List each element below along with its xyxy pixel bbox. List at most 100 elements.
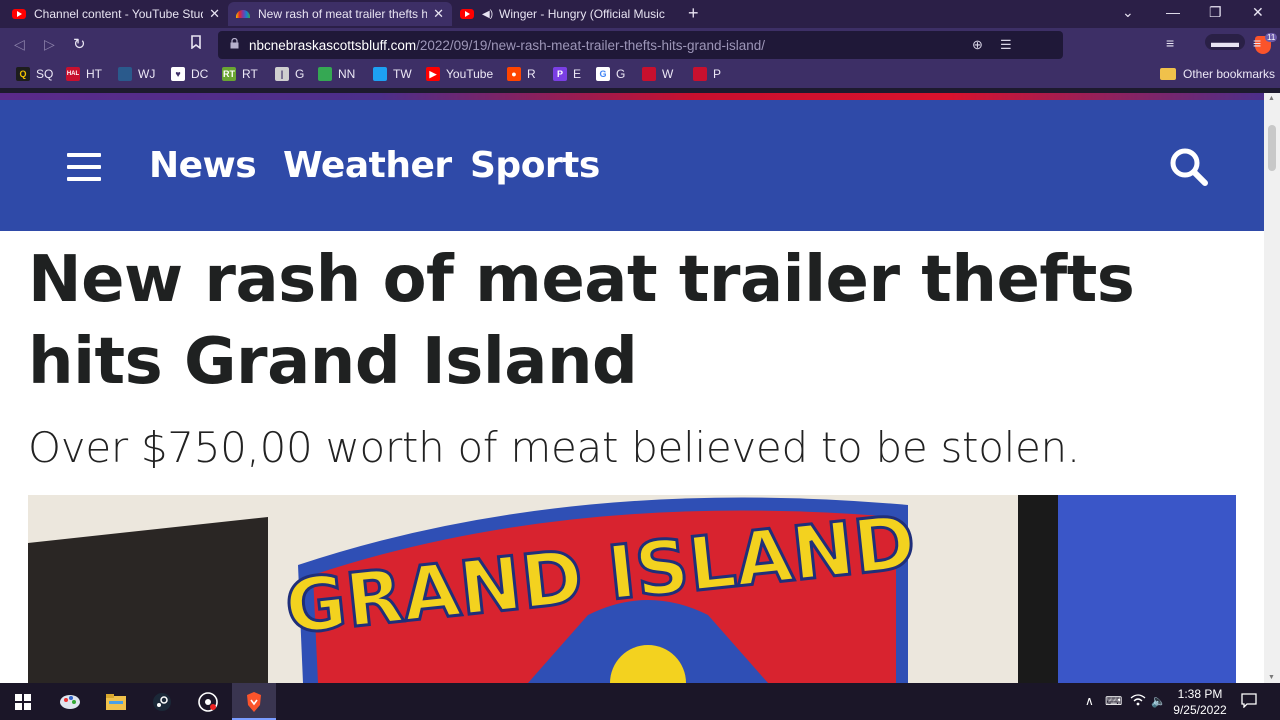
page-viewport: News Weather Sports New rash of meat tra… <box>0 93 1280 683</box>
back-icon[interactable]: ◁ <box>14 36 25 53</box>
bookmarks-bar: Q SQ HAL HT WJ ♥ DC RT RT | G NN TW ▶ YouTube ● R P E G G W P O… <box>0 62 1280 88</box>
hamburger-menu-icon[interactable] <box>67 153 101 181</box>
bookmark-nn[interactable]: NN <box>318 67 355 81</box>
search-icon[interactable] <box>1169 147 1209 187</box>
bookmark-wj[interactable]: WJ <box>118 67 155 81</box>
bookmark-label: P <box>713 67 722 81</box>
rt-icon: RT <box>222 67 236 81</box>
playlist-icon[interactable]: ≡ <box>1166 35 1174 51</box>
scroll-thumb[interactable] <box>1268 125 1276 171</box>
wifi-icon[interactable] <box>1130 694 1146 709</box>
nbc-peacock-icon <box>236 10 250 18</box>
close-tab-icon[interactable]: ✕ <box>433 6 444 22</box>
tab-search-icon[interactable]: ⌄ <box>1122 4 1134 21</box>
bookmark-dc[interactable]: ♥ DC <box>171 67 208 81</box>
tab-news-article[interactable]: New rash of meat trailer thefts hits Gra… <box>228 2 452 26</box>
nav-sports[interactable]: Sports <box>470 145 600 186</box>
bookmark-label: YouTube <box>446 67 494 81</box>
taskbar-clock[interactable]: 1:38 PM 9/25/2022 <box>1172 686 1228 718</box>
tab-title: Winger - Hungry (Official Music Video) <box>499 7 668 21</box>
article-hero-image[interactable]: GRAND ISLAND <box>28 495 1236 683</box>
restore-icon[interactable]: ❐ <box>1209 4 1222 21</box>
bookmark-label: NN <box>338 67 356 81</box>
forward-icon[interactable]: ▷ <box>44 36 55 53</box>
bookmark-tw[interactable]: TW <box>373 67 412 81</box>
file-explorer-icon[interactable] <box>103 689 129 715</box>
tab-winger-music-video[interactable]: ◀) Winger - Hungry (Official Music Video… <box>452 2 676 26</box>
bookmark-r[interactable]: ● R <box>507 67 536 81</box>
shield-count-badge: 11 <box>1265 33 1278 42</box>
reddit-icon: ● <box>507 67 521 81</box>
lock-icon <box>230 37 239 52</box>
audio-playing-icon[interactable]: ◀) <box>482 9 493 20</box>
tab-title: New rash of meat trailer thefts hits Gra… <box>258 7 428 21</box>
windows-start-icon[interactable] <box>10 689 36 715</box>
bookmark-label: E <box>573 67 582 81</box>
bookmark-label: G <box>295 67 305 81</box>
scroll-up-icon[interactable]: ▲ <box>1268 95 1275 102</box>
new-tab-button[interactable]: + <box>688 3 699 24</box>
nav-weather[interactable]: Weather <box>283 145 452 186</box>
other-bookmarks-folder[interactable]: Other bookmarks <box>1160 67 1275 81</box>
bookmark-label: SQ <box>36 67 54 81</box>
p-logo-icon: P <box>553 67 567 81</box>
twitter-icon <box>373 67 387 81</box>
other-bookmarks-label: Other bookmarks <box>1183 67 1276 81</box>
minimize-icon[interactable]: — <box>1166 4 1180 20</box>
google-icon: G <box>596 67 610 81</box>
clock-time: 1:38 PM <box>1177 687 1223 701</box>
wj-icon <box>118 67 132 81</box>
bookmark-label: DC <box>191 67 209 81</box>
tab-title: Channel content - YouTube Studio <box>34 7 204 21</box>
bookmark-label: RT <box>242 67 258 81</box>
paint-app-icon[interactable] <box>57 689 83 715</box>
reader-mode-icon[interactable]: ☰ <box>1000 37 1012 53</box>
bookmark-g[interactable]: | G <box>275 67 304 81</box>
header-accent-strip <box>0 93 1264 100</box>
bookmark-youtube[interactable]: ▶ YouTube <box>426 67 493 81</box>
bookmark-sq[interactable]: Q SQ <box>16 67 53 81</box>
youtube-icon: ▶ <box>426 67 440 81</box>
bookmark-e[interactable]: PE <box>553 67 581 81</box>
address-bar[interactable]: nbcnebraskascottsbluff.com/2022/09/19/ne… <box>218 31 1278 59</box>
bookmark-icon[interactable] <box>190 35 202 52</box>
stripe-icon <box>642 67 656 81</box>
menu-icon[interactable]: ≡ <box>1253 35 1261 51</box>
steam-icon[interactable] <box>149 689 175 715</box>
grand-island-police-patch-image: GRAND ISLAND <box>28 495 1236 683</box>
volume-icon[interactable]: 🔈 <box>1151 694 1166 708</box>
tray-overflow-icon[interactable]: ∧ <box>1085 694 1094 708</box>
article-subheadline: Over $750,00 worth of meat believed to b… <box>28 423 1080 472</box>
leaf-icon <box>318 67 332 81</box>
bookmark-label: HT <box>86 67 102 81</box>
zoom-icon[interactable]: ⊕ <box>972 37 983 53</box>
bookmark-w[interactable]: W <box>642 67 673 81</box>
glasses-extension-icon[interactable]: ▬▬ <box>1205 34 1245 50</box>
q-icon: Q <box>16 67 30 81</box>
close-window-icon[interactable]: ✕ <box>1252 4 1264 21</box>
bookmark-p[interactable]: P <box>693 67 721 81</box>
ime-icon[interactable]: ⌨ <box>1105 694 1122 708</box>
url-host: nbcnebraskascottsbluff.com <box>249 37 417 53</box>
youtube-icon <box>460 9 474 19</box>
tab-youtube-studio[interactable]: Channel content - YouTube Studio ✕ <box>4 2 228 26</box>
page-scrollbar[interactable]: ▲ ▼ <box>1264 93 1280 683</box>
bookmark-g[interactable]: GG <box>596 67 625 81</box>
bookmark-label: TW <box>393 67 412 81</box>
site-header: News Weather Sports <box>0 93 1264 231</box>
reload-icon[interactable]: ↻ <box>73 35 86 53</box>
bookmark-ht[interactable]: HAL HT <box>66 67 102 81</box>
browser-toolbar: ◁ ▷ ↻ nbcnebraskascottsbluff.com/2022/09… <box>0 28 1280 62</box>
obs-icon[interactable] <box>195 689 221 715</box>
scroll-down-icon[interactable]: ▼ <box>1268 674 1275 681</box>
bookmark-rt[interactable]: RT RT <box>222 67 258 81</box>
brave-browser-icon[interactable] <box>241 689 267 715</box>
clock-date: 9/25/2022 <box>1173 703 1227 717</box>
bookmark-label: G <box>616 67 626 81</box>
stripe-icon <box>693 67 707 81</box>
close-tab-icon[interactable]: ✕ <box>209 6 220 22</box>
bookmark-label: R <box>527 67 536 81</box>
tab-strip: Channel content - YouTube Studio ✕ New r… <box>0 0 1280 28</box>
notifications-icon[interactable] <box>1241 692 1257 711</box>
nav-news[interactable]: News <box>149 145 257 186</box>
